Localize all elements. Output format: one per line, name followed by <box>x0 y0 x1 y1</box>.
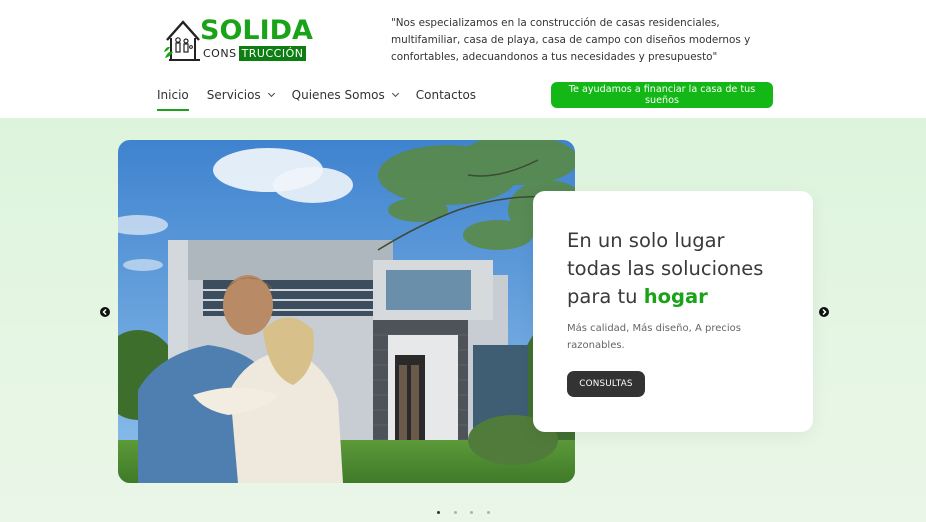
main-nav: Inicio Servicios Quienes Somos Contactos <box>157 86 494 112</box>
house-couple-photo <box>118 140 575 483</box>
nav-item-inicio[interactable]: Inicio <box>157 86 189 111</box>
header-tagline: "Nos especializamos en la construcción d… <box>391 17 751 63</box>
slider-dot-1[interactable] <box>437 511 440 514</box>
slider-pagination <box>437 511 503 514</box>
brand-subname-part-b: TRUCCIÓN <box>238 46 307 61</box>
hero-card: En un solo lugar todas las soluciones pa… <box>533 191 813 432</box>
nav-item-label: Quienes Somos <box>291 88 385 102</box>
slider-prev-button[interactable] <box>100 307 110 317</box>
nav-item-contactos[interactable]: Contactos <box>416 86 476 104</box>
hero-image <box>118 140 575 483</box>
brand-logo[interactable]: SOLIDA CONS TRUCCIÓN <box>160 16 313 66</box>
slider-next-button[interactable] <box>819 307 829 317</box>
slider-dot-3[interactable] <box>470 511 473 514</box>
hero-subtitle: Más calidad, Más diseño, A precios razon… <box>567 323 741 351</box>
consultas-button[interactable]: CONSULTAS <box>567 371 645 397</box>
chevron-down-icon <box>267 89 275 98</box>
slider-dot-2[interactable] <box>453 511 457 514</box>
slider-dot-4[interactable] <box>486 511 490 514</box>
chevron-right-icon <box>822 308 827 316</box>
house-logo-icon <box>164 20 200 61</box>
hero-title-line-1: En un solo lugar <box>567 229 725 252</box>
financing-cta-button[interactable]: Te ayudamos a financiar la casa de tus s… <box>551 82 773 108</box>
chevron-left-icon <box>102 308 107 316</box>
hero-title-line-3: para tu <box>567 285 644 308</box>
nav-item-servicios[interactable]: Servicios <box>206 86 275 104</box>
nav-item-quienes-somos[interactable]: Quienes Somos <box>291 86 399 104</box>
hero-slider: En un solo lugar todas las soluciones pa… <box>0 118 926 522</box>
site-header: SOLIDA CONS TRUCCIÓN "Nos especializamos… <box>0 0 926 118</box>
hero-title: En un solo lugar todas las soluciones pa… <box>567 227 807 311</box>
hero-title-highlight: hogar <box>643 285 708 308</box>
nav-item-label: Servicios <box>206 88 261 102</box>
nav-item-label: Contactos <box>415 88 477 102</box>
hero-title-line-2: todas las soluciones <box>567 257 764 280</box>
nav-item-label: Inicio <box>157 88 189 102</box>
brand-name: SOLIDA <box>200 15 313 46</box>
brand-subname: CONS TRUCCIÓN <box>203 46 307 61</box>
brand-subname-part-a: CONS <box>203 47 237 60</box>
chevron-down-icon <box>391 89 399 98</box>
